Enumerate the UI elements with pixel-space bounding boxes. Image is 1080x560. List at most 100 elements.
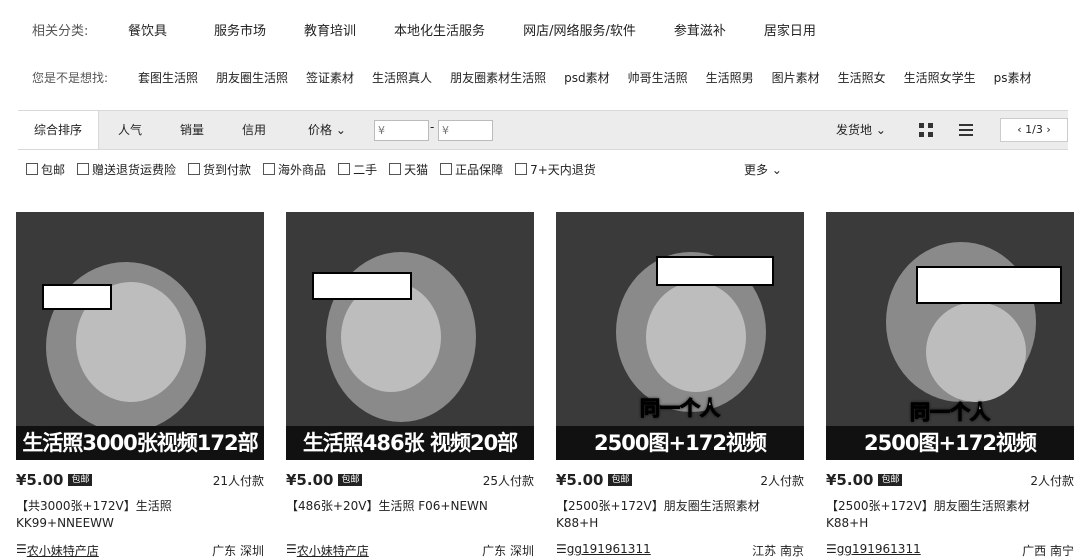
censor-bar	[42, 284, 112, 310]
sort-default-tab[interactable]: 综合排序	[18, 111, 99, 149]
category-link[interactable]: 本地化生活服务	[394, 20, 485, 39]
shop-name[interactable]: 农小妹特产店	[27, 542, 99, 559]
category-link[interactable]: 居家日用	[764, 20, 816, 39]
filter-label: 7+天内退货	[530, 162, 596, 177]
suggestion-link[interactable]: 生活照真人	[372, 69, 432, 86]
filter-label: 货到付款	[203, 162, 252, 177]
more-filters-label: 更多	[744, 163, 769, 177]
checkbox-icon	[338, 163, 351, 175]
sort-price[interactable]: 价格 ⌄	[308, 111, 346, 149]
product-title[interactable]: 【2500张+172V】朋友圈生活照素材K88+H	[556, 498, 796, 532]
filter-row: 包邮 赠送退货运费险 货到付款 海外商品 二手 天猫 正品保障 7+天内退货	[26, 158, 608, 180]
suggestion-link[interactable]: 签证素材	[306, 69, 354, 86]
chevron-down-icon: ⌄	[332, 123, 346, 137]
filter-free-shipping[interactable]: 包邮	[26, 161, 65, 178]
ship-from-select[interactable]: 发货地 ⌄	[836, 111, 886, 149]
product-image[interactable]: 同一个人 2500图+172视频	[556, 212, 804, 460]
filter-label: 赠送退货运费险	[92, 162, 177, 177]
product-price: ¥5.00	[286, 471, 334, 489]
category-link[interactable]: 网店/网络服务/软件	[523, 20, 636, 39]
filter-tmall[interactable]: 天猫	[389, 161, 428, 178]
suggestion-link[interactable]: 生活照男	[706, 69, 754, 86]
shop-location: 广东 深圳	[482, 544, 534, 558]
paid-count: 2人付款	[760, 473, 804, 488]
filter-7day-return[interactable]: 7+天内退货	[515, 161, 596, 178]
suggestion-link[interactable]: ps素材	[994, 69, 1032, 86]
product-title[interactable]: 【共3000张+172V】生活照KK99+NNEEWW	[16, 498, 256, 532]
checkbox-icon	[440, 163, 453, 175]
free-shipping-badge: 包邮	[68, 474, 93, 486]
sort-credit[interactable]: 信用	[242, 111, 266, 149]
shop-icon: ☰	[16, 542, 27, 556]
product-image[interactable]: 生活照486张 视频20部	[286, 212, 534, 460]
product-image-caption: 2500图+172视频	[556, 426, 804, 460]
suggestion-link[interactable]: 朋友圈生活照	[216, 69, 288, 86]
product-image-overlay: 同一个人	[640, 396, 721, 421]
suggestion-link[interactable]: 朋友圈素材生活照	[450, 69, 546, 86]
product-card[interactable]: 生活照486张 视频20部 ¥5.00 包邮 25人付款 【486张+20V】生…	[286, 212, 534, 560]
category-link[interactable]: 服务市场	[214, 20, 266, 39]
free-shipping-badge: 包邮	[608, 474, 633, 486]
product-image-overlay: 同一个人	[910, 400, 991, 425]
product-price: ¥5.00	[556, 471, 604, 489]
product-image[interactable]: 同一个人 2500图+172视频	[826, 212, 1074, 460]
product-image[interactable]: 生活照3000张视频172部	[16, 212, 264, 460]
shop-name[interactable]: gg191961311	[567, 542, 651, 559]
chevron-down-icon: ⌄	[768, 163, 782, 177]
shop-location: 广东 深圳	[212, 544, 264, 558]
censor-bar	[916, 266, 1062, 304]
product-card[interactable]: 同一个人 2500图+172视频 ¥5.00 包邮 2人付款 【2500张+17…	[556, 212, 804, 560]
filter-return-insurance[interactable]: 赠送退货运费险	[77, 161, 176, 178]
filter-genuine[interactable]: 正品保障	[440, 161, 503, 178]
category-link[interactable]: 教育培训	[304, 20, 356, 39]
related-categories-label: 相关分类:	[32, 23, 89, 39]
filter-secondhand[interactable]: 二手	[338, 161, 377, 178]
product-title[interactable]: 【2500张+172V】朋友圈生活照素材K88+H	[826, 498, 1066, 532]
shop-icon: ☰	[556, 542, 567, 556]
checkbox-icon	[188, 163, 201, 175]
filter-overseas[interactable]: 海外商品	[263, 161, 326, 178]
pager: ‹ 1/3 ›	[1000, 118, 1068, 142]
shop-location: 广西 南宁	[1022, 544, 1074, 558]
shop-name[interactable]: gg191961311	[837, 542, 921, 559]
filter-label: 海外商品	[278, 162, 327, 177]
suggestion-link[interactable]: 帅哥生活照	[628, 69, 688, 86]
suggestion-link[interactable]: 图片素材	[772, 69, 820, 86]
checkbox-icon	[77, 163, 90, 175]
checkbox-icon	[263, 163, 276, 175]
paid-count: 21人付款	[212, 473, 264, 488]
product-card[interactable]: 同一个人 2500图+172视频 ¥5.00 包邮 2人付款 【2500张+17…	[826, 212, 1074, 560]
list-view-icon[interactable]	[958, 122, 974, 138]
shop-icon: ☰	[286, 542, 297, 556]
suggestion-link[interactable]: 生活照女	[838, 69, 886, 86]
suggestion-link[interactable]: 套图生活照	[138, 69, 198, 86]
product-price: ¥5.00	[16, 471, 64, 489]
suggestions-label: 您是不是想找:	[32, 70, 109, 85]
more-filters-button[interactable]: 更多 ⌄	[744, 161, 782, 178]
suggestion-link[interactable]: 生活照女学生	[904, 69, 976, 86]
product-price: ¥5.00	[826, 471, 874, 489]
product-image-caption: 2500图+172视频	[826, 426, 1074, 460]
next-page-icon[interactable]: ›	[1043, 123, 1050, 136]
page-indicator: 1/3	[1025, 123, 1043, 136]
prev-page-icon[interactable]: ‹	[1017, 123, 1025, 136]
paid-count: 2人付款	[1030, 473, 1074, 488]
sort-sales[interactable]: 销量	[180, 111, 204, 149]
price-min-input[interactable]: ¥	[374, 120, 429, 141]
category-link[interactable]: 餐饮具	[128, 20, 167, 39]
shop-name[interactable]: 农小妹特产店	[297, 542, 369, 559]
product-card[interactable]: 生活照3000张视频172部 ¥5.00 包邮 21人付款 【共3000张+17…	[16, 212, 264, 560]
category-link[interactable]: 参茸滋补	[674, 20, 726, 39]
checkbox-icon	[26, 163, 38, 175]
censor-bar	[312, 272, 412, 300]
product-image-caption: 生活照486张 视频20部	[286, 426, 534, 460]
sort-popularity[interactable]: 人气	[118, 111, 142, 149]
product-title[interactable]: 【486张+20V】生活照 F06+NEWN	[286, 498, 526, 515]
filter-label: 正品保障	[455, 162, 504, 177]
filter-cod[interactable]: 货到付款	[188, 161, 251, 178]
suggestion-link[interactable]: psd素材	[564, 69, 610, 86]
price-max-input[interactable]: ¥	[438, 120, 493, 141]
grid-view-icon[interactable]	[918, 122, 934, 138]
price-range-dash: -	[430, 120, 435, 134]
sort-price-label: 价格	[308, 123, 333, 137]
